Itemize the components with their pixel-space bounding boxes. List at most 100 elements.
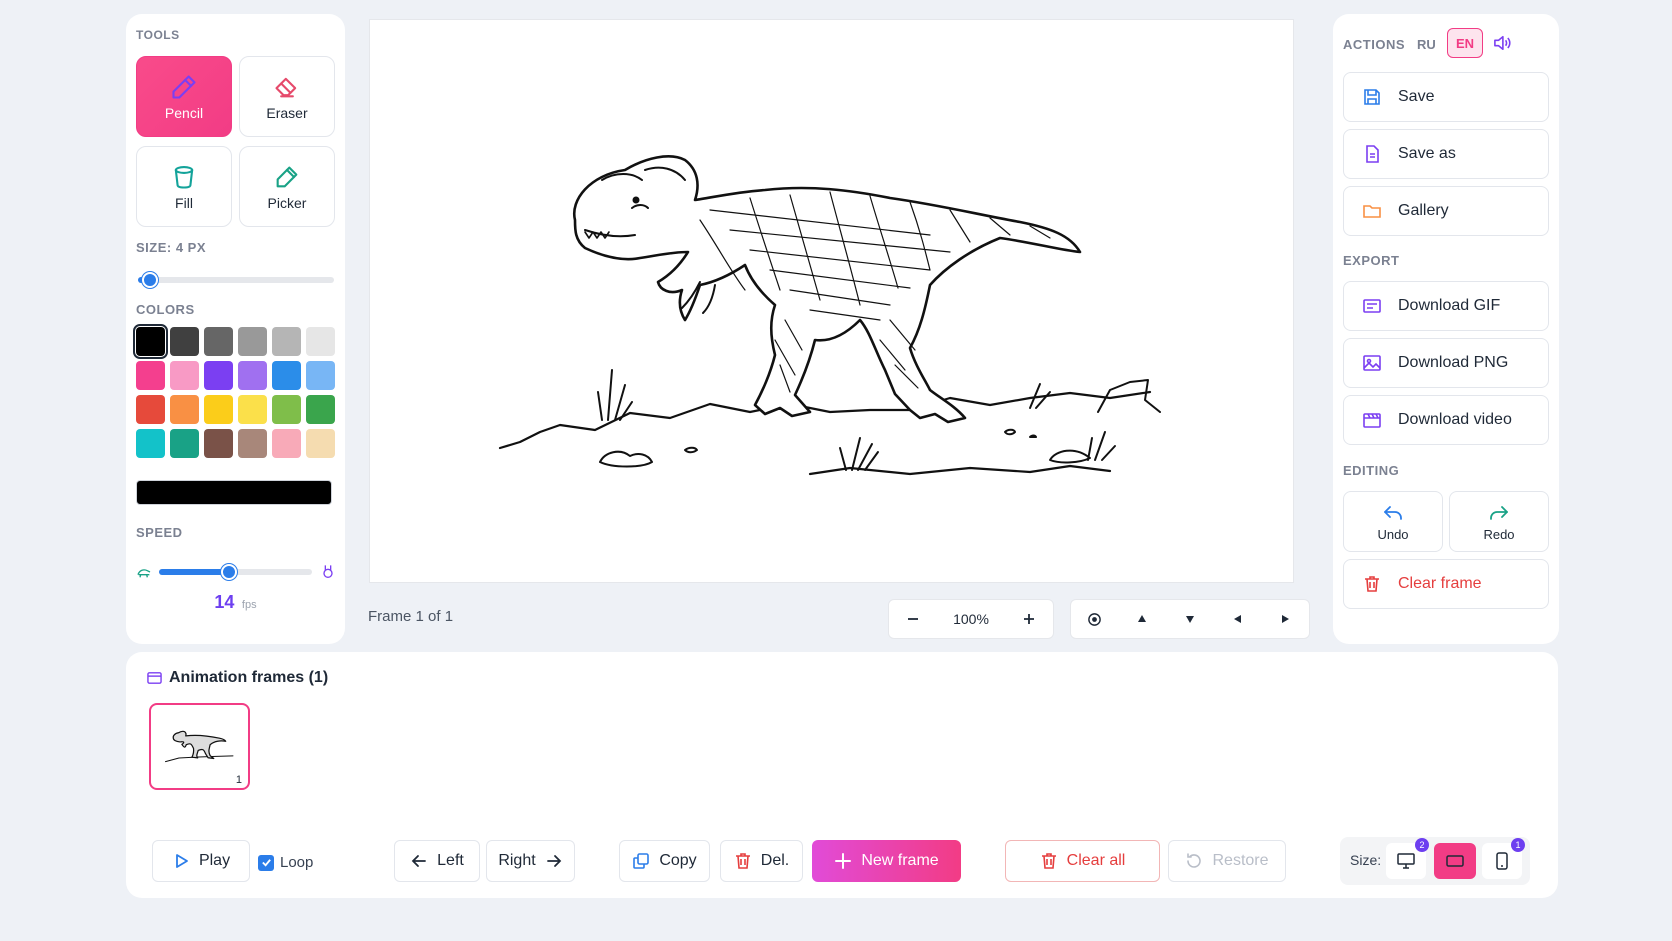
color-swatch[interactable] <box>170 395 199 424</box>
clear-all-button[interactable]: Clear all <box>1005 840 1160 882</box>
size-slider-thumb[interactable] <box>142 272 158 288</box>
copy-frame-button[interactable]: Copy <box>619 840 710 882</box>
undo-button[interactable]: Undo <box>1343 491 1443 552</box>
save-button[interactable]: Save <box>1343 72 1549 122</box>
trash-icon <box>1365 576 1379 592</box>
document-icon <box>1366 145 1379 163</box>
drawing-canvas[interactable] <box>369 19 1294 583</box>
color-swatch[interactable] <box>272 361 301 390</box>
download-png-label: Download PNG <box>1398 354 1509 371</box>
download-gif-button[interactable]: Download GIF <box>1343 281 1549 331</box>
download-video-button[interactable]: Download video <box>1343 395 1549 445</box>
color-swatch[interactable] <box>204 395 233 424</box>
eraser-tool-button[interactable]: Eraser <box>239 56 335 137</box>
tablet-size-button[interactable] <box>1434 843 1476 879</box>
fill-tool-button[interactable]: Fill <box>136 146 232 227</box>
delete-frame-button[interactable]: Del. <box>720 840 803 882</box>
color-swatch[interactable] <box>170 327 199 356</box>
trex-thumbnail <box>164 730 234 763</box>
pan-down-button[interactable] <box>1166 600 1214 638</box>
color-swatch[interactable] <box>136 429 165 458</box>
zoom-controls: 100% <box>888 599 1054 639</box>
color-swatch[interactable] <box>238 395 267 424</box>
color-swatch[interactable] <box>306 395 335 424</box>
desktop-size-button[interactable]: 2 <box>1386 838 1429 879</box>
undo-icon <box>1384 505 1402 520</box>
tools-panel: TOOLS Pencil Eraser Fill Picker SIZE: 4 … <box>126 14 345 644</box>
speed-value: 14 <box>214 592 235 612</box>
rabbit-icon <box>323 565 333 578</box>
color-swatch[interactable] <box>204 429 233 458</box>
pan-left-button[interactable] <box>1214 600 1262 638</box>
color-swatch[interactable] <box>170 429 199 458</box>
turtle-icon <box>137 569 151 578</box>
triangle-down-icon <box>1185 616 1194 623</box>
triangle-up-icon <box>1138 615 1147 622</box>
color-swatch[interactable] <box>136 361 165 390</box>
color-swatch[interactable] <box>272 395 301 424</box>
gallery-button[interactable]: Gallery <box>1343 186 1549 236</box>
size-slider[interactable] <box>138 272 334 288</box>
download-png-button[interactable]: Download PNG <box>1343 338 1549 388</box>
pan-up-button[interactable] <box>1119 600 1167 638</box>
loop-toggle[interactable]: Loop <box>258 854 313 871</box>
loop-checkbox[interactable] <box>258 854 274 871</box>
restore-button[interactable]: Restore <box>1168 840 1286 882</box>
redo-label: Redo <box>1483 526 1515 542</box>
new-frame-button[interactable]: New frame <box>812 840 961 882</box>
clear-frame-button[interactable]: Clear frame <box>1343 559 1549 609</box>
speaker-icon[interactable] <box>1493 35 1511 51</box>
lang-ru-button[interactable]: RU <box>1417 37 1436 52</box>
phone-icon <box>1496 852 1508 870</box>
zoom-in-button[interactable] <box>1005 600 1053 638</box>
triangle-left-icon <box>1233 615 1241 623</box>
color-swatch[interactable] <box>238 361 267 390</box>
color-swatch[interactable] <box>272 429 301 458</box>
triangle-right-icon <box>1282 615 1290 623</box>
color-swatch[interactable] <box>133 324 168 359</box>
color-swatch[interactable] <box>238 429 267 458</box>
zoom-out-button[interactable] <box>889 600 937 638</box>
copy-icon <box>633 853 650 869</box>
color-swatch[interactable] <box>272 327 301 356</box>
right-label: Right <box>498 852 536 869</box>
color-swatch[interactable] <box>306 327 335 356</box>
restore-icon <box>1187 853 1202 868</box>
pan-right-button[interactable] <box>1261 600 1309 638</box>
color-swatch[interactable] <box>136 395 165 424</box>
move-left-button[interactable]: Left <box>394 840 480 882</box>
save-as-label: Save as <box>1398 145 1456 162</box>
left-label: Left <box>437 852 464 869</box>
floppy-icon <box>1364 89 1380 105</box>
color-swatch[interactable] <box>306 361 335 390</box>
color-swatch[interactable] <box>306 429 335 458</box>
picker-tool-button[interactable]: Picker <box>239 146 335 227</box>
tools-title: TOOLS <box>136 28 180 42</box>
clear-all-label: Clear all <box>1066 852 1126 869</box>
eyedropper-icon <box>276 166 298 187</box>
color-swatch[interactable] <box>170 361 199 390</box>
monitor-icon <box>1397 853 1415 869</box>
play-label: Play <box>198 852 231 869</box>
frame-thumbnail[interactable]: 1 <box>149 703 250 790</box>
lang-en-button[interactable]: EN <box>1447 28 1483 58</box>
image-icon <box>1363 355 1381 371</box>
color-swatch[interactable] <box>204 361 233 390</box>
save-as-button[interactable]: Save as <box>1343 129 1549 179</box>
mobile-size-button[interactable]: 1 <box>1482 838 1525 879</box>
plus-icon <box>835 853 852 869</box>
tablet-landscape-icon <box>1446 855 1464 867</box>
color-swatch[interactable] <box>238 327 267 356</box>
speed-slider-thumb[interactable] <box>221 564 237 580</box>
play-button[interactable]: Play <box>152 840 250 882</box>
center-button[interactable] <box>1071 600 1119 638</box>
speed-slider[interactable] <box>159 564 312 580</box>
redo-button[interactable]: Redo <box>1449 491 1549 552</box>
restore-label: Restore <box>1212 852 1269 869</box>
clear-frame-label: Clear frame <box>1398 575 1482 592</box>
plus-icon <box>1023 614 1034 624</box>
arrow-right-icon <box>546 855 561 867</box>
color-swatch[interactable] <box>204 327 233 356</box>
pencil-tool-button[interactable]: Pencil <box>136 56 232 137</box>
move-right-button[interactable]: Right <box>486 840 575 882</box>
